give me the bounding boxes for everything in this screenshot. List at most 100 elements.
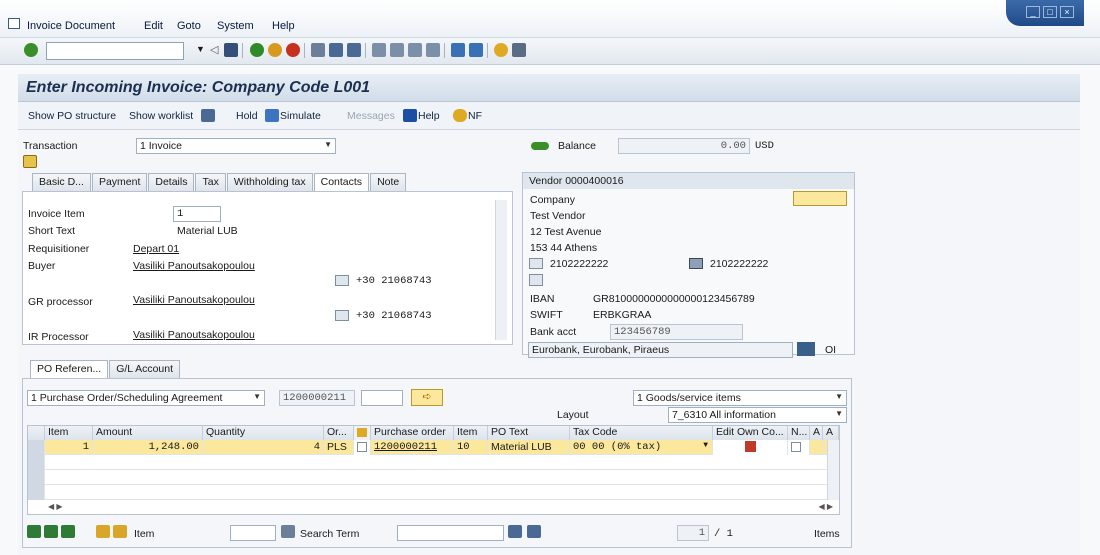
item-search-field[interactable] — [230, 525, 276, 541]
menu-icon[interactable] — [8, 18, 20, 29]
n-checkbox[interactable] — [791, 442, 801, 453]
cell-quantity[interactable]: 4 — [203, 440, 324, 455]
cell-po-text[interactable]: Material LUB — [488, 440, 570, 455]
collapse-icon[interactable] — [23, 155, 37, 168]
col-item[interactable]: Item — [45, 426, 93, 440]
vendor-detail-icon[interactable] — [793, 191, 847, 206]
cell-ok-checkbox[interactable] — [354, 440, 371, 455]
minimize-icon[interactable]: _ — [1026, 6, 1040, 18]
gr-processor-value[interactable]: Vasiliki Panoutsakopoulou — [133, 294, 255, 306]
tab-contacts[interactable]: Contacts — [313, 173, 370, 191]
requisitioner-value[interactable]: Depart 01 — [133, 243, 179, 255]
search-term-icon[interactable] — [281, 525, 295, 538]
table-row[interactable] — [28, 485, 839, 500]
details-icon[interactable] — [61, 525, 75, 538]
cell-item[interactable]: 1 — [45, 440, 93, 455]
filter-icon[interactable] — [113, 525, 127, 538]
reference-type-select[interactable]: 1 Purchase Order/Scheduling Agreement — [27, 390, 265, 406]
cell-amount[interactable]: 1,248.00 — [93, 440, 203, 455]
page-field[interactable]: 1 — [677, 525, 709, 541]
new-session-icon[interactable] — [451, 43, 465, 57]
menu-edit[interactable]: Edit — [144, 20, 163, 32]
cell-tax-code[interactable]: 00 00 (0% tax) ▼ — [570, 440, 713, 455]
find-next-icon[interactable] — [527, 525, 541, 538]
col-po-text[interactable]: PO Text — [488, 426, 570, 440]
back-arrow-icon[interactable]: ◁ — [210, 43, 218, 56]
first-page-icon[interactable] — [372, 43, 386, 57]
select-all-icon[interactable] — [27, 525, 41, 538]
oi-button[interactable]: OI — [825, 344, 836, 356]
cell-n[interactable] — [788, 440, 810, 455]
table-row[interactable]: 1 1,248.00 4 PLS 1200000211 10 Material … — [28, 440, 839, 455]
layout-select[interactable]: 7_6310 All information — [668, 407, 847, 423]
tax-code-value[interactable]: 00 00 (0% tax) — [573, 441, 661, 453]
exit-icon[interactable] — [268, 43, 282, 57]
col-edit-own-co[interactable]: Edit Own Co... — [713, 426, 788, 440]
shortcut-icon[interactable] — [469, 43, 483, 57]
maximize-icon[interactable]: □ — [1043, 6, 1057, 18]
grid-scrollbar[interactable] — [827, 440, 839, 500]
tab-payment[interactable]: Payment — [91, 173, 148, 191]
table-row[interactable] — [28, 455, 839, 470]
find-icon[interactable] — [329, 43, 343, 57]
menu-help[interactable]: Help — [272, 20, 295, 32]
invoice-item-field[interactable]: 1 — [173, 206, 221, 222]
tab-note[interactable]: Note — [370, 173, 407, 191]
open-items-icon[interactable] — [797, 342, 815, 356]
ir-processor-value[interactable]: Vasiliki Panoutsakopoulou — [133, 329, 255, 341]
menu-invoice-document[interactable]: Invoice Document — [27, 20, 115, 32]
col-purchase-order[interactable]: Purchase order — [371, 426, 454, 440]
command-field[interactable] — [46, 42, 184, 60]
phone-icon[interactable] — [335, 310, 349, 321]
find-icon[interactable] — [508, 525, 522, 538]
phone-icon[interactable] — [529, 258, 543, 269]
tab-withholding-tax[interactable]: Withholding tax — [226, 173, 313, 191]
col-amount[interactable]: Amount — [93, 426, 203, 440]
tab-gl-account[interactable]: G/L Account — [109, 360, 181, 378]
phone-icon[interactable] — [335, 275, 349, 286]
menu-system[interactable]: System — [217, 20, 254, 32]
last-page-icon[interactable] — [426, 43, 440, 57]
cell-order-unit[interactable]: PLS — [324, 440, 354, 455]
purchase-order-link[interactable]: 1200000211 — [374, 441, 437, 453]
col-quantity[interactable]: Quantity — [203, 426, 324, 440]
find-next-icon[interactable] — [347, 43, 361, 57]
deselect-all-icon[interactable] — [44, 525, 58, 538]
contacts-scrollbar[interactable] — [495, 200, 507, 340]
tax-code-dropdown-icon[interactable]: ▼ — [703, 441, 708, 450]
show-po-structure-button[interactable]: Show PO structure — [28, 110, 116, 122]
tab-po-reference[interactable]: PO Referen... — [30, 360, 109, 378]
hold-button[interactable]: Hold — [236, 110, 258, 122]
item-type-select[interactable]: 1 Goods/service items — [633, 390, 847, 406]
col-tick-icon[interactable] — [354, 426, 371, 440]
cell-purchase-order[interactable]: 1200000211 — [371, 440, 454, 455]
tree-icon[interactable] — [201, 109, 215, 122]
col-n[interactable]: N... — [788, 426, 810, 440]
menu-goto[interactable]: Goto — [177, 20, 201, 32]
simulate-button[interactable]: Simulate — [280, 110, 321, 122]
col-order-unit[interactable]: Or... — [324, 426, 354, 440]
back-icon[interactable] — [250, 43, 264, 57]
help-button[interactable]: Help — [418, 110, 440, 122]
fax-icon[interactable] — [689, 258, 703, 269]
sort-icon[interactable] — [96, 525, 110, 538]
nf-button[interactable]: NF — [468, 110, 482, 122]
cell-edit-own-co[interactable] — [713, 440, 788, 455]
tab-tax[interactable]: Tax — [195, 173, 226, 191]
layout-icon[interactable] — [512, 43, 526, 57]
ok-checkbox[interactable] — [357, 442, 367, 453]
po-item-field[interactable] — [361, 390, 403, 406]
po-number-field[interactable]: 1200000211 — [279, 390, 355, 406]
buyer-value[interactable]: Vasiliki Panoutsakopoulou — [133, 260, 255, 272]
close-icon[interactable]: × — [1060, 6, 1074, 18]
command-dropdown-icon[interactable]: ▼ — [196, 44, 205, 54]
hscroll-left-icon[interactable]: ◀ ▶ — [48, 502, 63, 511]
messages-button[interactable]: Messages — [347, 110, 395, 122]
col-a1[interactable]: A — [810, 426, 823, 440]
col-a2[interactable]: A — [823, 426, 839, 440]
tab-basic-data[interactable]: Basic D... — [32, 173, 91, 191]
transaction-select[interactable]: 1 Invoice — [136, 138, 336, 154]
col-tax-code[interactable]: Tax Code — [570, 426, 713, 440]
print-address-icon[interactable] — [529, 274, 543, 286]
hscroll-right-icon[interactable]: ◀ ▶ — [818, 502, 833, 511]
